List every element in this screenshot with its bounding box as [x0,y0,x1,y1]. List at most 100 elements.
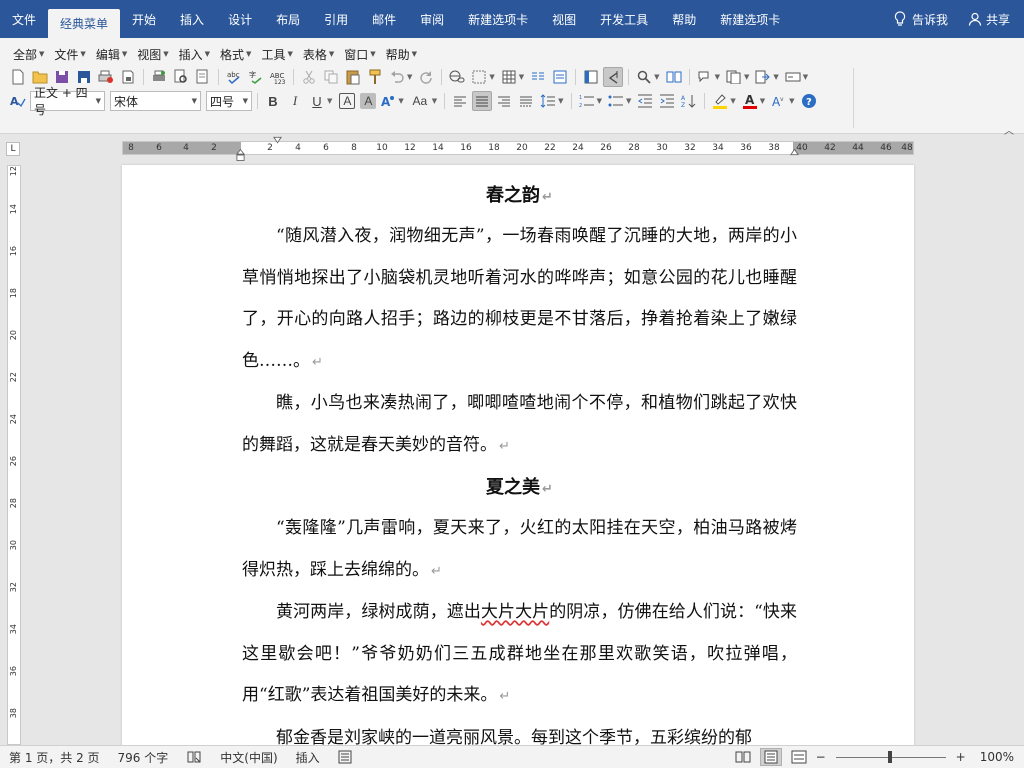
change-case-button[interactable]: Aa [408,91,432,111]
proofing-status[interactable] [177,750,211,764]
chevron-down-icon[interactable]: ▼ [489,73,494,81]
comment-button[interactable] [695,67,715,87]
tab-file[interactable]: 文件 [0,0,48,38]
tab-selector[interactable]: L [6,142,20,156]
insert-table-button[interactable] [499,67,519,87]
chevron-down-icon[interactable]: ▼ [744,73,749,81]
chevron-down-icon[interactable]: ▼ [597,97,602,105]
italic-button[interactable]: I [285,91,305,111]
bold-button[interactable]: B [263,91,283,111]
numbering-button[interactable]: 12 [577,91,597,111]
chevron-down-icon[interactable]: ▼ [773,73,778,81]
cut-button[interactable] [299,67,319,87]
chevron-down-icon[interactable]: ▼ [789,97,794,105]
tab-design[interactable]: 设计 [216,0,264,38]
font-combo[interactable]: 宋体 ▼ [110,91,201,111]
protect-button[interactable] [753,67,773,87]
help-button[interactable]: ? [799,91,819,111]
tab-layout[interactable]: 布局 [264,0,312,38]
menu-edit[interactable]: 编辑 ▼ [91,46,132,63]
tab-insert[interactable]: 插入 [168,0,216,38]
chevron-down-icon[interactable]: ▼ [730,97,735,105]
menu-window[interactable]: 窗口 ▼ [339,46,380,63]
chevron-down-icon[interactable]: ▼ [760,97,765,105]
phonetic-guide-button[interactable]: Av [769,91,789,111]
styles-pane-button[interactable]: A [8,91,28,111]
chevron-down-icon[interactable]: ▼ [519,73,524,81]
decrease-indent-button[interactable] [635,91,655,111]
web-layout-view-button[interactable] [788,748,810,766]
hyperlink-button[interactable] [447,67,467,87]
chevron-down-icon[interactable]: ▼ [432,97,437,105]
read-mode-button[interactable] [664,67,684,87]
zoom-out-button[interactable]: − [816,750,826,764]
tab-new-tab-1[interactable]: 新建选项卡 [456,0,540,38]
tab-mailings[interactable]: 邮件 [360,0,408,38]
line-spacing-button[interactable] [538,91,558,111]
zoom-slider-thumb[interactable] [887,750,892,763]
track-changes-button[interactable] [724,67,744,87]
find-button[interactable] [634,67,654,87]
tab-home[interactable]: 开始 [120,0,168,38]
align-right-button[interactable] [494,91,514,111]
print-preview-button[interactable] [96,67,116,87]
chevron-down-icon[interactable]: ▼ [407,73,412,81]
align-left-button[interactable] [450,91,470,111]
chevron-down-icon[interactable]: ▼ [803,73,808,81]
form-button[interactable] [783,67,803,87]
character-border-button[interactable]: A [339,93,356,109]
text-box-button[interactable] [550,67,570,87]
underline-button[interactable]: U [307,91,327,111]
insert-mode[interactable]: 插入 [287,749,329,766]
format-painter-button[interactable] [365,67,385,87]
font-size-combo[interactable]: 四号 ▼ [206,91,252,111]
font-color-button[interactable]: A [740,91,760,111]
menu-insert[interactable]: 插入 ▼ [174,46,215,63]
document-map-button[interactable] [581,67,601,87]
tab-review[interactable]: 审阅 [408,0,456,38]
sort-button[interactable]: AZ [679,91,699,111]
menu-format[interactable]: 格式 ▼ [215,46,256,63]
research-button[interactable] [193,67,213,87]
hanging-indent-marker[interactable] [236,148,245,162]
document-page[interactable]: 春之韵 ↵ “随风潜入夜，润物细无声”，一场春雨唤醒了沉睡的大地，两岸的小草悄悄地… [122,165,914,745]
copy-button[interactable] [321,67,341,87]
preview-button[interactable] [171,67,191,87]
menu-help[interactable]: 帮助 ▼ [381,46,422,63]
chevron-down-icon[interactable]: ▼ [558,97,563,105]
tab-developer[interactable]: 开发工具 [588,0,660,38]
undo-button[interactable] [387,67,407,87]
chevron-down-icon[interactable]: ▼ [654,73,659,81]
tab-view[interactable]: 视图 [540,0,588,38]
chevron-down-icon[interactable]: ▼ [715,73,720,81]
tab-new-tab-2[interactable]: 新建选项卡 [708,0,792,38]
zoom-level[interactable]: 100% [980,750,1014,764]
style-combo[interactable]: 正文 + 四号 ▼ [30,86,105,117]
tab-classic-menu[interactable]: 经典菜单 [48,9,121,38]
menu-all[interactable]: 全部 ▼ [8,46,49,63]
share-button[interactable]: 共享 [958,0,1024,38]
page-count[interactable]: 第 1 页，共 2 页 [0,749,109,766]
print-layout-view-button[interactable] [759,748,782,766]
increase-indent-button[interactable] [657,91,677,111]
document-content[interactable]: 春之韵 ↵ “随风潜入夜，润物细无声”，一场春雨唤醒了沉睡的大地，两岸的小草悄悄地… [242,175,797,745]
menu-table[interactable]: 表格 ▼ [298,46,339,63]
chevron-down-icon[interactable]: ▼ [398,97,403,105]
justify-button[interactable] [472,91,493,111]
zoom-in-button[interactable]: + [956,750,966,764]
character-shading-button[interactable]: A [360,93,377,109]
translate-button[interactable]: 字 [246,67,266,87]
spell-check-button[interactable]: abc [224,67,244,87]
right-indent-marker[interactable] [790,148,799,156]
text-effects-button[interactable]: A [378,91,398,111]
chevron-down-icon[interactable]: ▼ [327,97,332,105]
new-document-button[interactable] [8,67,28,87]
read-mode-view-button[interactable] [732,748,754,766]
language-status[interactable]: 中文(中国) [211,749,286,766]
highlight-button[interactable] [710,91,730,111]
zoom-slider[interactable] [835,750,946,763]
menu-view[interactable]: 视图 ▼ [132,46,173,63]
redo-button[interactable] [416,67,436,87]
menu-tools[interactable]: 工具 ▼ [256,46,297,63]
spelling-error-text[interactable]: 大片大片 [481,602,549,622]
